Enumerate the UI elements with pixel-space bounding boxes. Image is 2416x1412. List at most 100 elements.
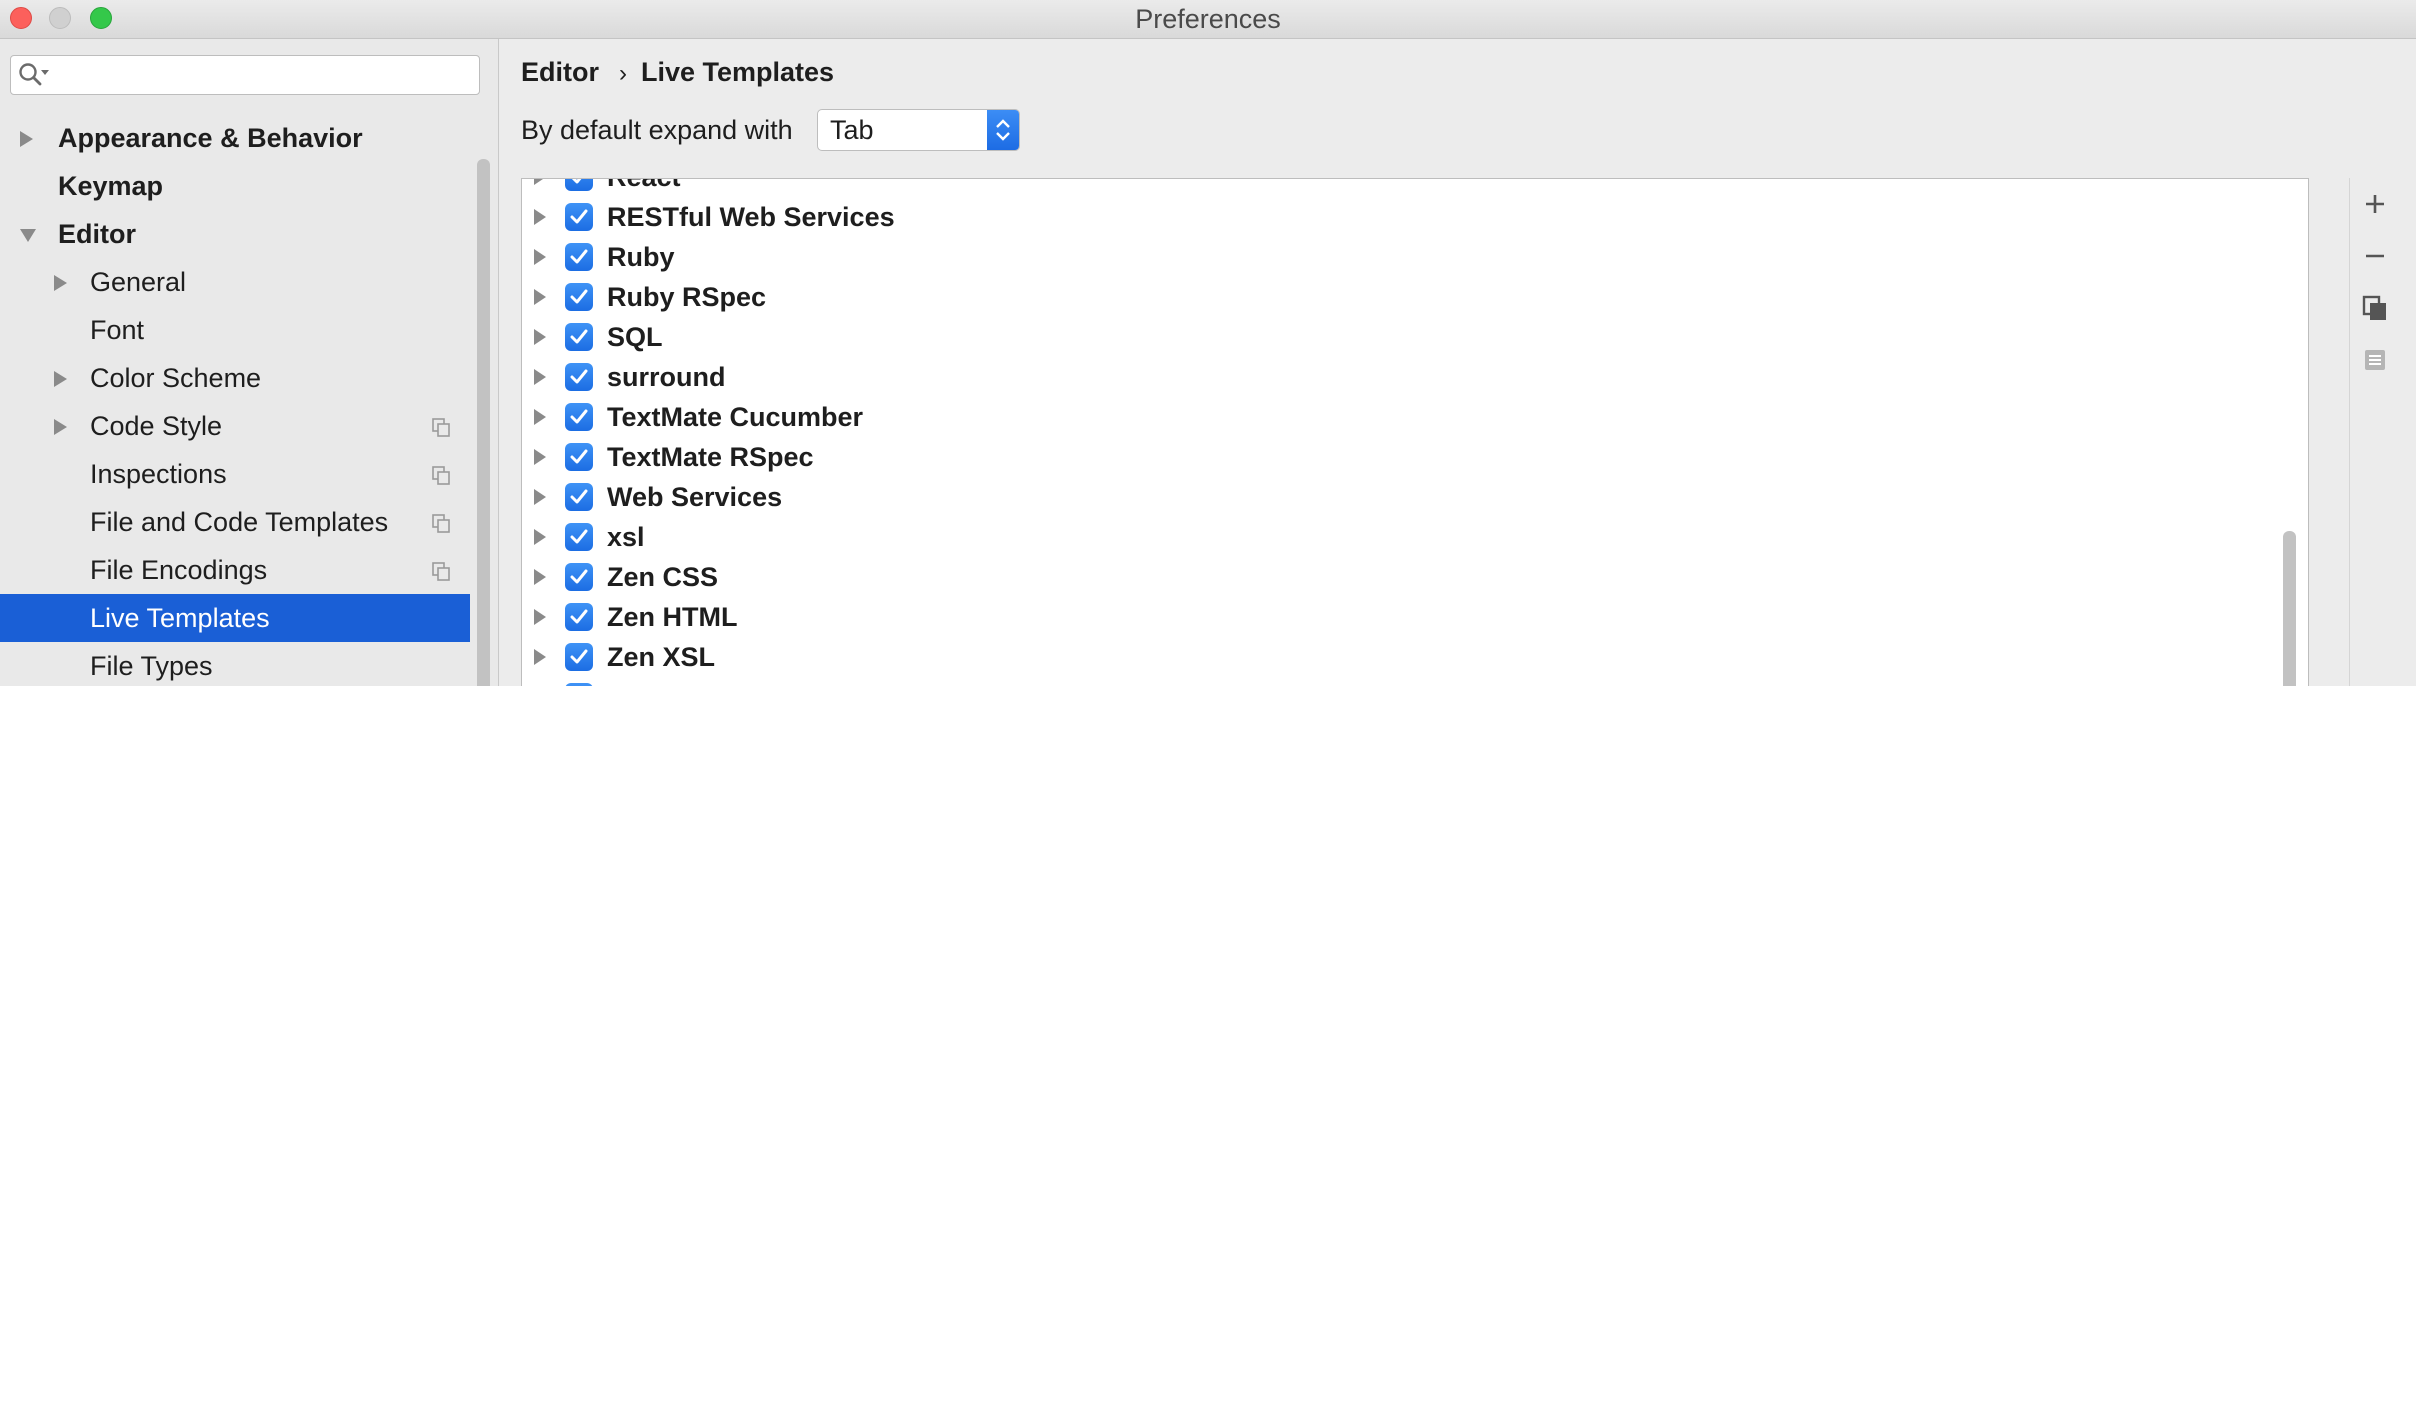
template-group-checkbox[interactable]	[565, 403, 593, 431]
template-group-checkbox[interactable]	[565, 243, 593, 271]
expand-arrow-icon[interactable]	[534, 409, 546, 425]
template-group-row[interactable]: surround	[522, 357, 2262, 397]
template-group-label: Web Services	[607, 482, 783, 512]
checkmark-icon	[570, 289, 588, 304]
minus-icon[interactable]	[2359, 240, 2391, 272]
template-group-checkbox[interactable]	[565, 483, 593, 511]
breadcrumb-separator: ›	[619, 60, 627, 87]
template-group-row[interactable]: Zen CSS	[522, 557, 2262, 597]
expand-with-select[interactable]: Tab	[817, 109, 1020, 151]
template-group-checkbox[interactable]	[565, 523, 593, 551]
expand-arrow-icon[interactable]	[534, 369, 546, 385]
list-scrollbar[interactable]	[2283, 531, 2296, 686]
sidebar-item-inspections[interactable]: Inspections	[0, 450, 470, 498]
sidebar-item-file-encodings[interactable]: File Encodings	[0, 546, 470, 594]
sidebar-item-label: File Encodings	[90, 555, 268, 585]
template-group-row[interactable]: React	[522, 179, 2262, 197]
template-group-row[interactable]: TextMate RSpec	[522, 437, 2262, 477]
checkmark-icon	[570, 529, 588, 544]
expand-arrow-icon[interactable]	[534, 329, 546, 345]
template-group-checkbox[interactable]	[565, 283, 593, 311]
sidebar-item-keymap[interactable]: Keymap	[0, 162, 470, 210]
project-copy-icon	[432, 562, 450, 581]
plus-icon[interactable]	[2359, 188, 2391, 220]
template-group-row[interactable]: Ruby RSpec	[522, 277, 2262, 317]
chevron-up-down-icon	[996, 119, 1010, 141]
sidebar-item-live-templates[interactable]: Live Templates	[0, 594, 470, 642]
template-group-checkbox[interactable]	[565, 179, 593, 191]
template-group-label: React	[607, 179, 681, 193]
checkmark-icon	[570, 609, 588, 624]
expand-arrow-icon[interactable]	[534, 569, 546, 585]
template-group-label: User Defined	[607, 682, 774, 686]
template-groups-list: React RESTful Web Services Ruby Ruby RSpec S…	[521, 178, 2309, 686]
expand-arrow-icon[interactable]	[534, 609, 546, 625]
template-group-label: xsl	[607, 522, 645, 552]
description-icon	[2365, 350, 2385, 370]
settings-sidebar: Appearance & Behavior Keymap Editor General…	[0, 39, 499, 686]
expand-arrow-icon[interactable]	[534, 289, 546, 305]
checkmark-icon	[570, 649, 588, 664]
breadcrumb: Editor › Live Templates	[521, 57, 834, 88]
expand-arrow-icon[interactable]	[534, 209, 546, 225]
template-group-row[interactable]: Zen HTML	[522, 597, 2262, 637]
template-group-checkbox[interactable]	[565, 323, 593, 351]
template-group-row[interactable]: SQL	[522, 317, 2262, 357]
template-group-checkbox[interactable]	[565, 683, 593, 686]
live-templates-pane: Editor › Live Templates By default expand …	[499, 39, 2416, 686]
expand-arrow-icon[interactable]	[534, 649, 546, 665]
sidebar-item-appearance-and-behavior[interactable]: Appearance & Behavior	[0, 114, 470, 162]
expand-arrow-icon[interactable]	[534, 529, 546, 545]
collapsed-arrow-icon[interactable]	[20, 131, 33, 147]
template-group-row[interactable]: RESTful Web Services	[522, 197, 2262, 237]
sidebar-item-label: File Types	[90, 651, 213, 681]
checkmark-icon	[570, 449, 588, 464]
sidebar-item-font[interactable]: Font	[0, 306, 470, 354]
template-group-checkbox[interactable]	[565, 203, 593, 231]
sidebar-item-label: Code Style	[90, 411, 223, 441]
collapsed-arrow-icon[interactable]	[54, 275, 67, 291]
checkmark-icon	[571, 179, 582, 184]
template-group-row[interactable]: Zen XSL	[522, 637, 2262, 677]
sidebar-item-file-types[interactable]: File Types	[0, 642, 470, 686]
project-copy-icon	[432, 514, 450, 533]
template-group-checkbox[interactable]	[565, 603, 593, 631]
sidebar-item-label: Live Templates	[90, 603, 270, 633]
sidebar-item-label: Keymap	[58, 171, 164, 201]
template-group-row[interactable]: xsl	[522, 517, 2262, 557]
sidebar-item-editor[interactable]: Editor	[0, 210, 470, 258]
template-group-checkbox[interactable]	[565, 563, 593, 591]
expand-arrow-icon[interactable]	[534, 489, 546, 505]
checkmark-icon	[570, 209, 588, 224]
template-group-checkbox[interactable]	[565, 643, 593, 671]
sidebar-item-file-and-code-templates[interactable]: File and Code Templates	[0, 498, 470, 546]
window-title: Preferences	[1135, 4, 1281, 34]
sidebar-item-label: Font	[90, 315, 145, 345]
expanded-arrow-icon[interactable]	[20, 229, 36, 242]
sidebar-item-general[interactable]: General	[0, 258, 470, 306]
sidebar-item-label: Editor	[58, 219, 136, 249]
sidebar-item-code-style[interactable]: Code Style	[0, 402, 470, 450]
template-group-row[interactable]: Web Services	[522, 477, 2262, 517]
sidebar-item-color-scheme[interactable]: Color Scheme	[0, 354, 470, 402]
expand-arrow-icon[interactable]	[534, 179, 546, 185]
template-group-label: TextMate Cucumber	[607, 402, 864, 432]
copy-icon[interactable]	[2359, 292, 2391, 324]
template-group-label: Zen HTML	[607, 602, 738, 632]
template-group-row[interactable]: TextMate Cucumber	[522, 397, 2262, 437]
collapsed-arrow-icon[interactable]	[54, 419, 67, 435]
expand-arrow-icon[interactable]	[534, 249, 546, 265]
template-group-checkbox[interactable]	[565, 363, 593, 391]
template-group-label: Ruby	[607, 242, 675, 272]
checkmark-icon	[570, 489, 588, 504]
template-group-checkbox[interactable]	[565, 443, 593, 471]
collapsed-arrow-icon[interactable]	[54, 371, 67, 387]
settings-search-field[interactable]	[10, 55, 480, 95]
template-group-label: Zen XSL	[607, 642, 716, 672]
template-group-row[interactable]: Ruby	[522, 237, 2262, 277]
template-group-label: Ruby RSpec	[607, 282, 767, 312]
search-icon	[19, 63, 49, 86]
template-group-row[interactable]: User Defined	[522, 677, 2262, 686]
sidebar-scrollbar[interactable]	[477, 159, 490, 686]
expand-arrow-icon[interactable]	[534, 449, 546, 465]
